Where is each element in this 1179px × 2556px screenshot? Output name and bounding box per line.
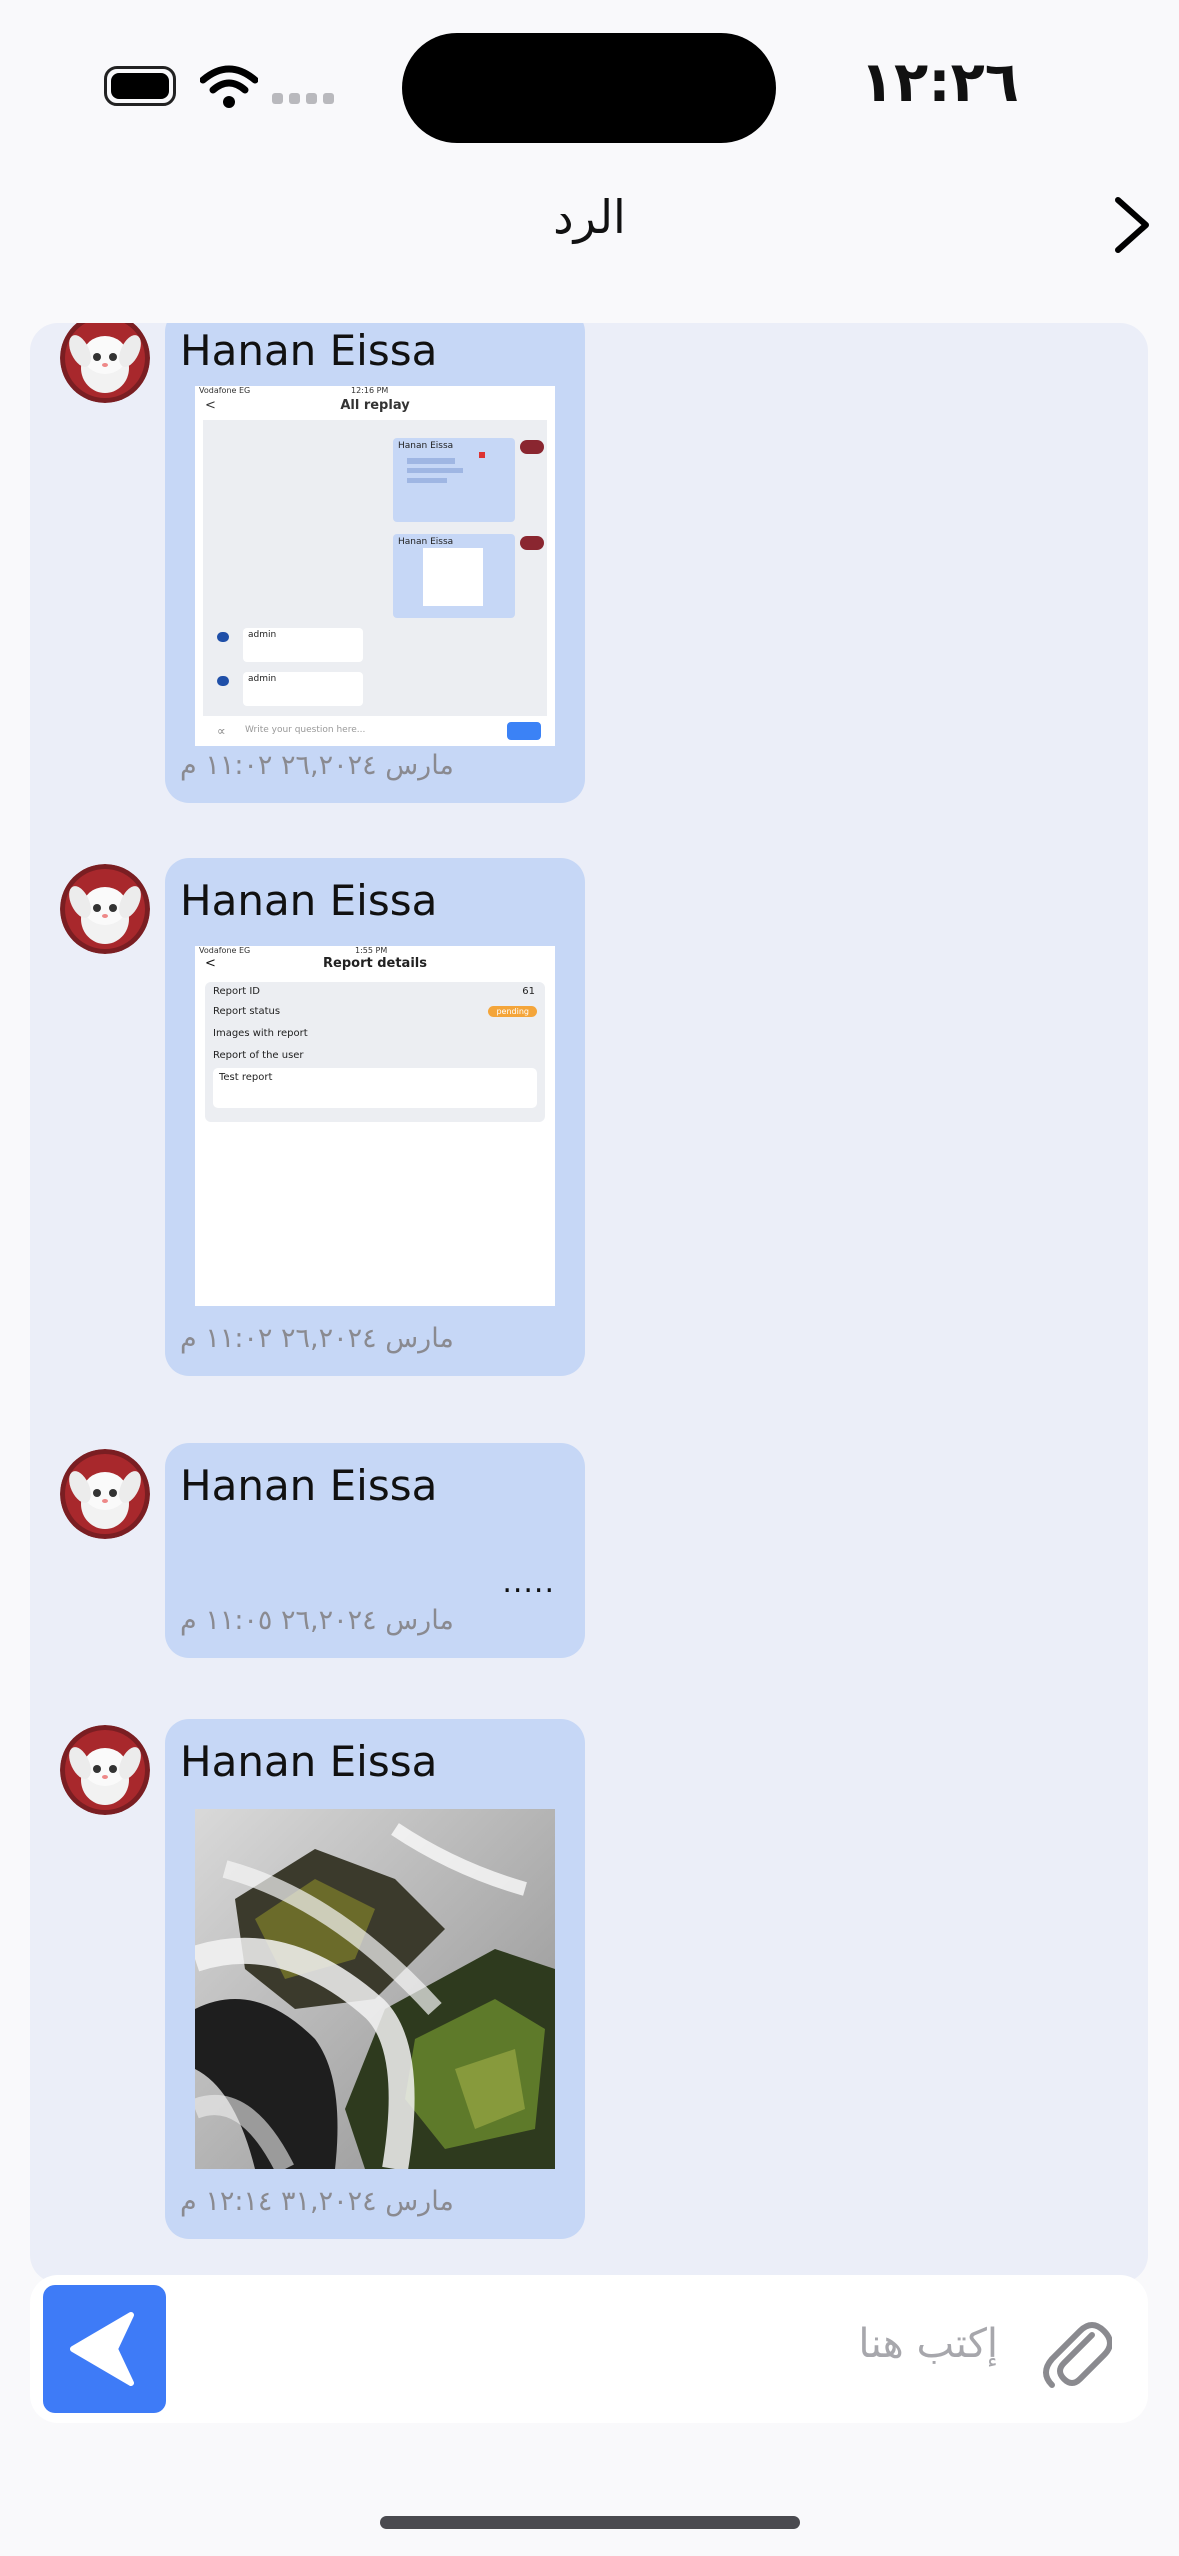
mini-status-label: Report status [213,1006,281,1017]
message-timestamp: مارس ٢٦,٢٠٢٤ ١١:٠٢ م [180,750,454,781]
page-title: الرد [553,190,626,244]
avatar[interactable] [60,864,150,954]
sender-name: Hanan Eissa [180,1737,438,1786]
wifi-icon [200,65,258,108]
message-input[interactable]: إكتب هنا [858,2321,998,2367]
status-time: ١٢:٢٦ [859,50,1019,115]
send-button[interactable] [43,2285,166,2413]
photo-attachment[interactable] [195,1809,555,2169]
message-bubble[interactable]: Hanan Eissa ..... مارس ٢٦,٢٠٢٤ ١١:٠٥ م [165,1443,585,1658]
message-item: Hanan Eissa Vodafone EG 1:55 PM < Report … [30,858,1148,1378]
mini-admin-label: admin [243,672,363,706]
mini-send-icon [507,722,541,740]
mini-status-badge: pending [488,1006,537,1017]
image-attachment[interactable]: Vodafone EG 12:16 PM < All replay Hanan E… [195,386,555,746]
mini-sender: Hanan Eissa [398,537,454,547]
message-bubble[interactable]: Hanan Eissa مارس ٣١,٢٠٢٤ ١٢:١٤ م [165,1719,585,2239]
battery-icon [104,66,176,106]
mini-status-carrier: Vodafone EG [199,386,251,395]
sender-name: Hanan Eissa [180,326,438,375]
message-timestamp: مارس ٢٦,٢٠٢٤ ١١:٠٢ م [180,1323,454,1354]
avatar[interactable] [60,1725,150,1815]
message-timestamp: مارس ٢٦,٢٠٢٤ ١١:٠٥ م [180,1605,454,1636]
message-item: Hanan Eissa مارس ٣١,٢٠٢٤ ١٢:١٤ م [30,1719,1148,2239]
chat-panel[interactable]: Hanan Eissa Vodafone EG 12:16 PM < All re… [30,323,1148,2283]
message-item: Hanan Eissa ..... مارس ٢٦,٢٠٢٤ ١١:٠٥ م [30,1443,1148,1658]
mini-status-time: 12:16 PM [351,386,389,395]
sender-name: Hanan Eissa [180,1461,438,1510]
mini-title: All replay [340,398,410,413]
mini-avatar [520,536,544,550]
message-bubble[interactable]: Hanan Eissa Vodafone EG 1:55 PM < Report … [165,858,585,1376]
send-icon [70,2312,134,2386]
mini-input-placeholder: Write your question here... [245,725,366,735]
message-text: ..... [502,1565,555,1600]
home-indicator[interactable] [380,2516,800,2529]
mini-paperclip-icon: ∝ [217,724,226,738]
mini-report-id-label: Report ID [213,986,260,997]
mini-status-time: 1:55 PM [355,946,388,955]
mini-status-carrier: Vodafone EG [199,946,251,955]
dynamic-island [402,33,776,143]
mini-sender: Hanan Eissa [398,441,454,451]
mini-admin-label: admin [243,628,363,662]
status-bar: ١٢:٢٦ [0,0,1179,170]
avatar[interactable] [60,323,150,403]
avatar[interactable] [60,1449,150,1539]
message-item: Hanan Eissa Vodafone EG 12:16 PM < All re… [30,323,1148,803]
message-bubble[interactable]: Hanan Eissa Vodafone EG 12:16 PM < All re… [165,323,585,803]
mini-avatar [520,440,544,454]
back-button[interactable] [1100,190,1160,260]
message-composer: إكتب هنا [30,2275,1148,2423]
mini-user-report-label: Report of the user [213,1050,304,1061]
mini-user-report-text: Test report [213,1068,537,1108]
paperclip-icon[interactable] [1040,2305,1112,2393]
sender-name: Hanan Eissa [180,876,438,925]
mini-report-id-value: 61 [522,986,535,997]
mini-images-label: Images with report [213,1028,308,1039]
cellular-signal-icon [272,93,334,104]
message-timestamp: مارس ٣١,٢٠٢٤ ١٢:١٤ م [180,2186,454,2217]
mini-title: Report details [323,956,427,971]
image-attachment[interactable]: Vodafone EG 1:55 PM < Report details Repo… [195,946,555,1306]
